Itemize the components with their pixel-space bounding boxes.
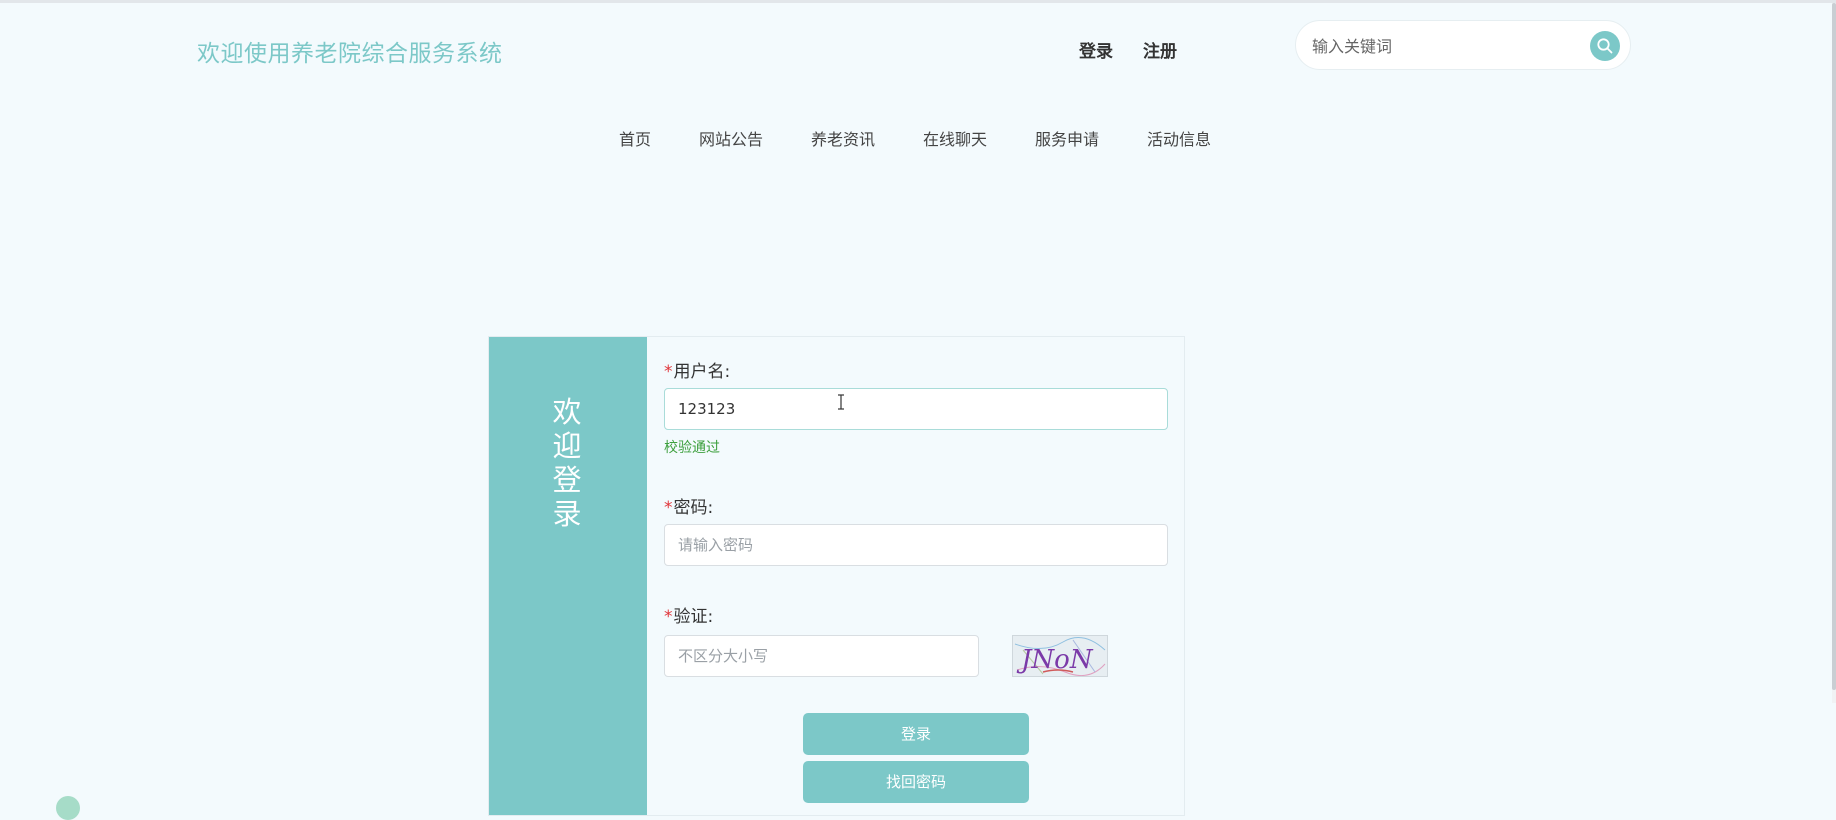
username-validation-message: 校验通过 [664, 440, 720, 456]
password-label: *密码: [664, 493, 713, 518]
username-label-text: 用户名: [673, 362, 731, 382]
username-input[interactable] [664, 388, 1168, 430]
required-mark: * [664, 498, 673, 518]
captcha-label-text: 验证: [673, 607, 714, 627]
nav-item-online-chat[interactable]: 在线聊天 [923, 126, 987, 150]
password-input[interactable] [664, 524, 1168, 566]
search-input[interactable] [1310, 30, 1574, 62]
login-link[interactable]: 登录 [1079, 37, 1113, 62]
nav-item-elderly-news[interactable]: 养老资讯 [811, 126, 875, 150]
main-nav: 首页 网站公告 养老资讯 在线聊天 服务申请 活动信息 [0, 126, 1836, 150]
search-box [1295, 20, 1631, 70]
nav-item-announcements[interactable]: 网站公告 [699, 126, 763, 150]
nav-item-activities[interactable]: 活动信息 [1147, 126, 1211, 150]
required-mark: * [664, 607, 673, 627]
captcha-label: *验证: [664, 602, 713, 627]
captcha-input[interactable] [664, 635, 979, 677]
captcha-image[interactable]: JNoN [1012, 635, 1108, 677]
captcha-graphic: JNoN [1014, 637, 1106, 677]
login-panel-side: 欢迎登录 [489, 337, 647, 815]
search-button[interactable] [1590, 31, 1620, 61]
register-link[interactable]: 注册 [1143, 37, 1177, 62]
scrollbar-thumb[interactable] [1832, 3, 1836, 690]
recover-password-button[interactable]: 找回密码 [803, 761, 1029, 803]
username-label: *用户名: [664, 357, 730, 382]
login-button[interactable]: 登录 [803, 713, 1029, 755]
nav-item-home[interactable]: 首页 [619, 126, 651, 150]
top-border [0, 0, 1836, 3]
nav-item-service-request[interactable]: 服务申请 [1035, 126, 1099, 150]
site-title: 欢迎使用养老院综合服务系统 [197, 41, 503, 67]
password-label-text: 密码: [673, 498, 714, 518]
text-cursor-icon [838, 394, 844, 410]
login-welcome-title: 欢迎登录 [552, 395, 582, 531]
required-mark: * [664, 362, 673, 382]
floating-button[interactable] [56, 796, 80, 820]
search-icon [1597, 38, 1613, 54]
